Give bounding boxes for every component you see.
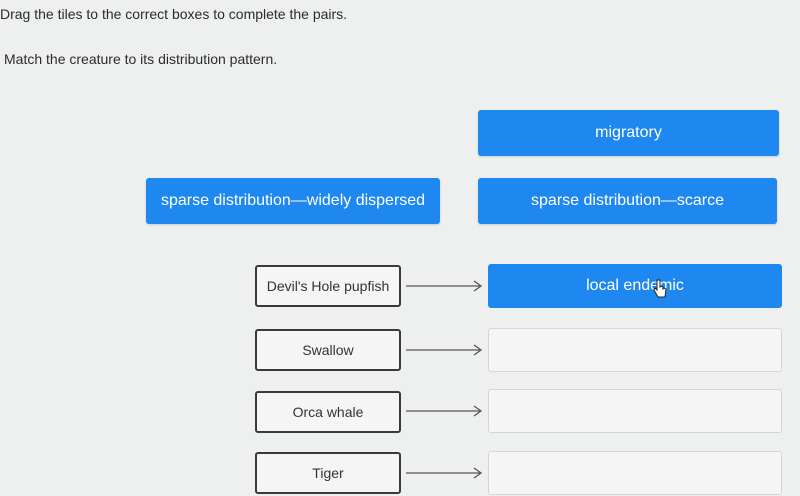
instruction-drag: Drag the tiles to the correct boxes to c… (0, 6, 348, 22)
drop-box-tiger[interactable] (488, 451, 782, 495)
drop-box-pupfish[interactable]: local endemic (488, 264, 782, 308)
instruction-match: Match the creature to its distribution p… (4, 51, 278, 67)
tile-sparse-scarce[interactable]: sparse distribution—scarce (478, 178, 777, 224)
creature-swallow: Swallow (255, 329, 401, 371)
tile-sparse-widely-dispersed[interactable]: sparse distribution—widely dispersed (146, 178, 440, 224)
arrow-right-icon (406, 280, 483, 292)
drop-box-orca-whale[interactable] (488, 389, 782, 433)
tile-migratory[interactable]: migratory (478, 110, 779, 156)
creature-orca-whale: Orca whale (255, 391, 401, 433)
arrow-right-icon (406, 467, 483, 479)
arrow-right-icon (406, 344, 483, 356)
creature-devils-hole-pupfish: Devil's Hole pupfish (255, 265, 401, 307)
creature-tiger: Tiger (255, 452, 401, 494)
hand-cursor-icon (653, 279, 667, 298)
arrow-right-icon (406, 405, 483, 417)
drop-box-swallow[interactable] (488, 328, 782, 372)
